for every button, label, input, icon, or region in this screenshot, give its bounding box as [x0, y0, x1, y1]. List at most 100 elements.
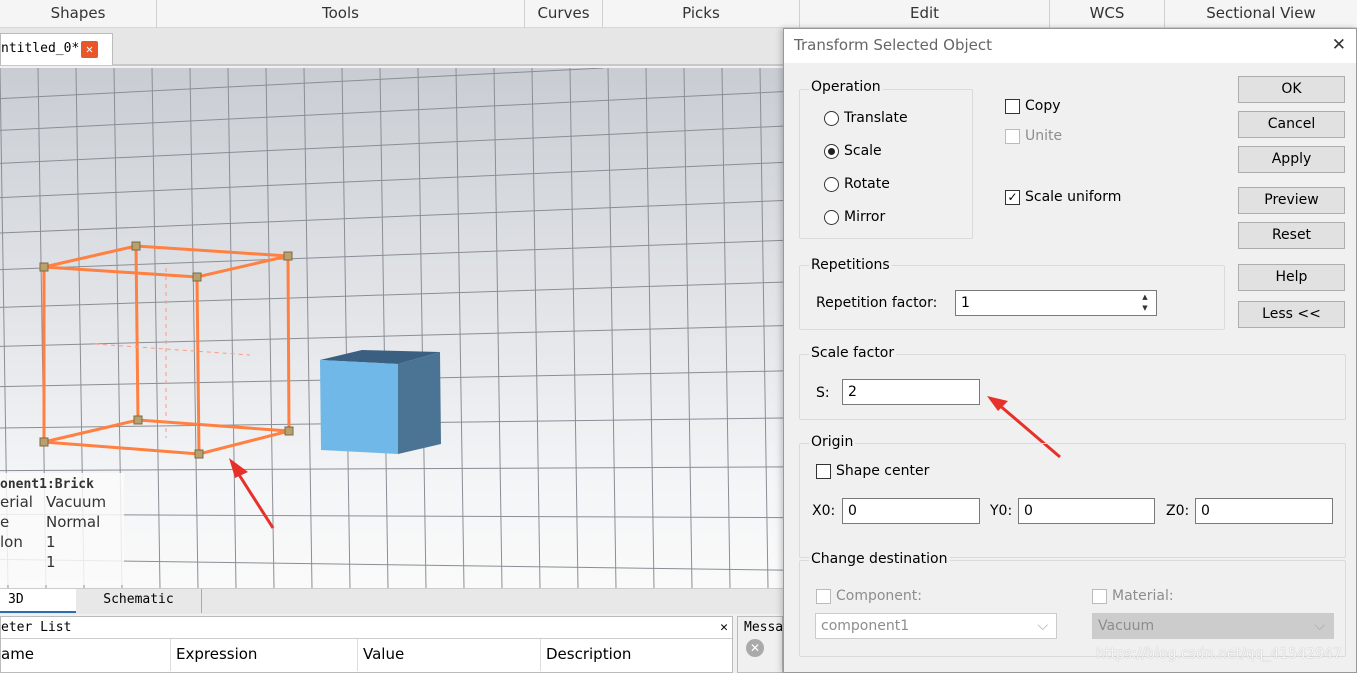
clear-icon[interactable]: ✕ [746, 639, 764, 657]
column-name[interactable]: ame [1, 639, 171, 671]
tab-3d[interactable]: 3D [0, 589, 76, 613]
copy-checkbox[interactable]: Copy [1005, 98, 1061, 114]
checkbox-label: Component: [836, 588, 922, 604]
z0-input[interactable]: 0 [1195, 498, 1333, 524]
unite-checkbox[interactable]: Unite [1005, 128, 1062, 144]
document-tab-label: ntitled_0* [1, 41, 80, 56]
preview-button[interactable]: Preview [1238, 187, 1345, 214]
component-select[interactable]: component1 ⌵ [815, 613, 1057, 639]
s-label: S: [816, 385, 830, 401]
change-destination-label: Change destination [809, 551, 950, 567]
transform-dialog: Transform Selected Object ✕ Operation Tr… [783, 28, 1357, 673]
info-key: erial [0, 493, 33, 511]
radio-label: Scale [844, 143, 882, 159]
grid-line [227, 68, 237, 588]
shape-center-checkbox[interactable]: Shape center [816, 463, 929, 479]
grid-line [417, 68, 427, 588]
grid-line [0, 239, 783, 271]
column-description[interactable]: Description [541, 639, 721, 671]
grid-line [0, 68, 604, 100]
grid-line [569, 68, 579, 588]
checkbox-label: Unite [1025, 128, 1063, 144]
grid-line [151, 68, 161, 588]
menu-wcs[interactable]: WCS [1050, 0, 1165, 28]
scale-uniform-checkbox[interactable]: ✓ Scale uniform [1005, 189, 1121, 205]
radio-mirror[interactable]: Mirror [824, 209, 885, 225]
info-key: e [0, 513, 10, 531]
annotation-arrow [229, 458, 275, 529]
object-info-panel: onent1:Brick erial Vacuum e Normal lon 1 1 [0, 473, 124, 585]
ok-button[interactable]: OK [1238, 76, 1345, 103]
cancel-button[interactable]: Cancel [1238, 111, 1345, 138]
tab-schematic[interactable]: Schematic [76, 589, 202, 613]
column-expression[interactable]: Expression [171, 639, 358, 671]
scale-factor-label: Scale factor [809, 345, 897, 361]
view-tabs: 3D Schematic [0, 588, 783, 614]
x0-label: X0: [812, 503, 836, 519]
radio-label: Translate [844, 110, 908, 126]
material-checkbox[interactable]: Material: [1092, 588, 1174, 604]
grid-line [341, 68, 351, 588]
checkbox-label: Material: [1112, 588, 1174, 604]
material-select[interactable]: Vacuum ⌵ [1092, 613, 1334, 639]
x0-input[interactable]: 0 [842, 498, 980, 524]
close-icon[interactable]: ✕ [1332, 29, 1346, 61]
app-window: Shapes Tools Curves Picks Edit WCS Secti… [0, 0, 1357, 673]
info-key [0, 552, 46, 572]
radio-rotate[interactable]: Rotate [824, 176, 890, 192]
blue-cube[interactable] [320, 350, 441, 454]
column-value[interactable]: Value [358, 639, 541, 671]
checkbox-label: Copy [1025, 98, 1061, 114]
radio-translate[interactable]: Translate [824, 110, 908, 126]
parameter-list-header: eter List ✕ [1, 617, 732, 639]
parameter-table-header: ame Expression Value Description [1, 639, 732, 671]
help-button[interactable]: Help [1238, 264, 1345, 291]
info-value: 1 [46, 533, 56, 551]
component-value: component1 [821, 618, 910, 634]
checkbox-label: Shape center [836, 463, 930, 479]
apply-button[interactable]: Apply [1238, 146, 1345, 173]
origin-label: Origin [809, 434, 856, 450]
menu-edit[interactable]: Edit [800, 0, 1050, 28]
chevron-down-icon: ⌵ [1037, 618, 1048, 634]
material-value: Vacuum [1098, 618, 1155, 634]
operation-label: Operation [809, 79, 883, 95]
scale-factor-input[interactable]: 2 [842, 379, 980, 405]
change-destination-group [799, 560, 1346, 657]
grid-line [531, 68, 541, 588]
close-icon[interactable]: ✕ [720, 617, 728, 638]
menu-curves[interactable]: Curves [525, 0, 603, 28]
checkbox-label: Scale uniform [1025, 189, 1122, 205]
grid-line [265, 68, 275, 588]
messages-title: Messa [744, 620, 782, 635]
grid-line [0, 200, 783, 234]
grid-line [0, 125, 783, 164]
grid-line [721, 68, 731, 588]
dialog-title: Transform Selected Object [794, 36, 993, 54]
menu-bar: Shapes Tools Curves Picks Edit WCS Secti… [0, 0, 1357, 28]
menu-picks[interactable]: Picks [603, 0, 800, 28]
menu-shapes[interactable]: Shapes [0, 0, 157, 28]
component-checkbox[interactable]: Component: [816, 588, 922, 604]
document-tab[interactable]: ntitled_0* ✕ [0, 33, 113, 65]
repetitions-label: Repetitions [809, 257, 892, 273]
menu-tools[interactable]: Tools [157, 0, 525, 28]
parameter-list-panel: eter List ✕ ame Expression Value Descrip… [0, 616, 733, 673]
parameter-list-title: eter List [1, 620, 72, 635]
y0-input[interactable]: 0 [1018, 498, 1155, 524]
grid-line [645, 68, 655, 588]
document-tab-strip [0, 28, 783, 66]
repetition-spinner[interactable]: ▲ ▼ [1136, 292, 1154, 314]
radio-label: Rotate [844, 176, 890, 192]
close-icon[interactable]: ✕ [81, 41, 98, 58]
radio-scale[interactable]: Scale [824, 143, 882, 159]
info-value: Normal [46, 513, 101, 531]
repetition-factor-label: Repetition factor: [816, 295, 938, 311]
repetition-factor-input[interactable]: 1 [955, 290, 1157, 316]
less-button[interactable]: Less << [1238, 301, 1345, 328]
menu-sectional-view[interactable]: Sectional View [1165, 0, 1357, 28]
info-value: 1 [46, 553, 56, 571]
grid-line [493, 68, 503, 588]
grid-line [0, 161, 783, 199]
reset-button[interactable]: Reset [1238, 222, 1345, 249]
